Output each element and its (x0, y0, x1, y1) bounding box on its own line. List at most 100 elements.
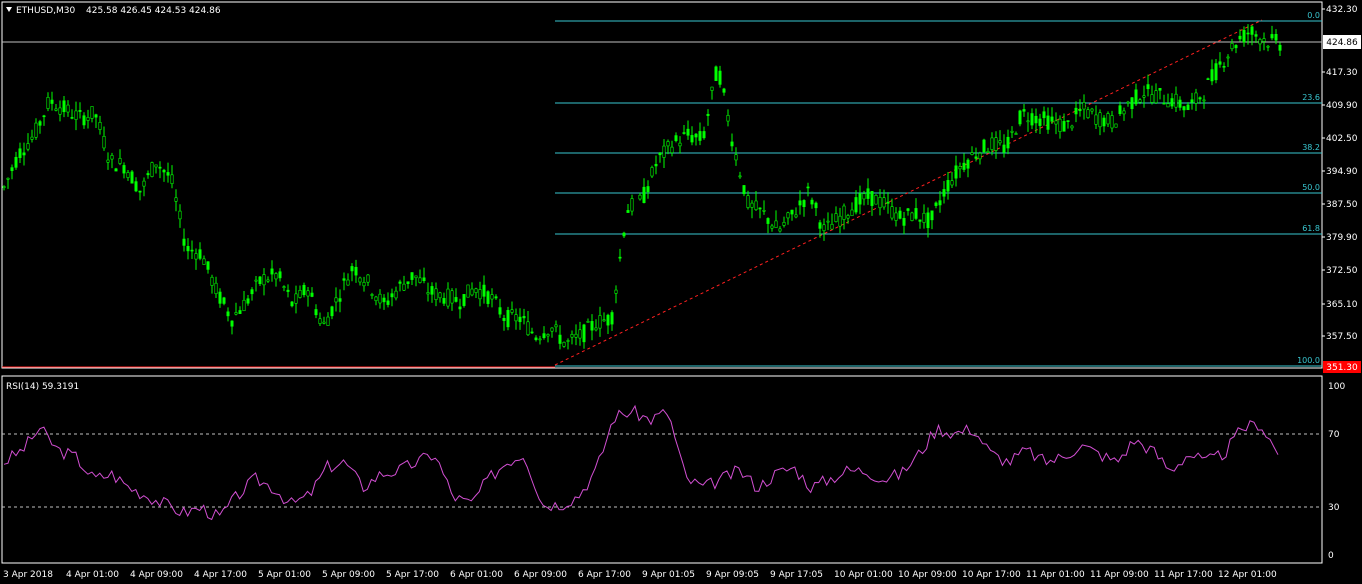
candle-body (1162, 102, 1166, 105)
candle-body (854, 197, 858, 213)
candle-body (1218, 61, 1222, 65)
candle-body (586, 321, 590, 323)
candle-body (346, 279, 350, 286)
candle-body (726, 115, 730, 122)
candle-body (870, 191, 874, 206)
candle-body (858, 193, 862, 205)
candle-body (1206, 78, 1210, 80)
candle-body (686, 128, 690, 136)
candle-body (58, 107, 62, 115)
candle-body (878, 197, 882, 209)
candle-body (1194, 92, 1198, 104)
candle-body (198, 249, 202, 259)
candle-body (986, 151, 990, 153)
candle-body (66, 104, 70, 113)
candle-body (902, 218, 906, 226)
time-axis-label: 10 Apr 01:00 (834, 570, 893, 580)
candle-body (498, 307, 502, 315)
candle-body (782, 221, 786, 226)
price-scale-label: 357.50 (1326, 332, 1358, 342)
candle-body (194, 253, 198, 260)
candle-body (438, 292, 442, 299)
candle-body (594, 327, 598, 331)
price-scale-label: 379.90 (1326, 233, 1358, 243)
candle-body (798, 200, 802, 206)
candle-body (950, 180, 954, 186)
candle-body (186, 246, 190, 252)
candle-body (910, 212, 914, 221)
candle-body (826, 220, 830, 223)
candle-body (1118, 105, 1122, 115)
trading-chart[interactable]: ETHUSD,M30 425.58 426.45 424.53 424.86 0… (0, 0, 1362, 584)
candle-body (46, 97, 50, 109)
time-axis-label: 3 Apr 2018 (3, 570, 53, 580)
candle-body (290, 301, 294, 307)
candle-body (1238, 35, 1242, 40)
candle-body (998, 140, 1002, 144)
candle-body (310, 292, 314, 297)
candle-body (1262, 38, 1266, 42)
candle-body (1094, 114, 1098, 125)
candle-body (946, 180, 950, 192)
time-axis-label: 11 Apr 01:00 (1026, 570, 1085, 580)
candle-body (474, 288, 478, 293)
candle-body (1106, 113, 1110, 125)
candle-body (886, 201, 890, 204)
candle-body (630, 198, 634, 212)
candle-body (238, 310, 242, 314)
time-axis-label: 4 Apr 09:00 (130, 570, 183, 580)
candle-body (938, 200, 942, 206)
candle-body (254, 279, 258, 282)
candle-body (1070, 125, 1074, 129)
fibonacci-retracement[interactable]: 0.0 23.6 38.2 50.0 61.8 100.0 (555, 11, 1322, 367)
price-scale-label: 417.30 (1326, 68, 1358, 78)
candle-body (542, 333, 546, 339)
candle-body (654, 163, 658, 167)
current-price-badge-text: 424.86 (1326, 38, 1358, 48)
candle-body (526, 321, 530, 336)
candle-body (822, 224, 826, 232)
candle-body (1114, 123, 1118, 128)
candle-body (882, 197, 886, 208)
time-axis-label: 9 Apr 17:05 (770, 570, 823, 580)
candle-body (538, 338, 542, 341)
candle-body (758, 207, 762, 210)
candle-body (742, 185, 746, 195)
candle-body (1146, 84, 1150, 90)
candle-body (1254, 34, 1258, 37)
candle-body (954, 165, 958, 179)
candle-body (418, 277, 422, 283)
candle-body (382, 297, 386, 303)
candle-body (486, 291, 490, 304)
candle-body (658, 152, 662, 156)
candle-body (790, 209, 794, 215)
candle-body (270, 268, 274, 275)
candle-body (1222, 66, 1226, 68)
time-axis-label: 10 Apr 09:00 (898, 570, 957, 580)
price-scale-label: 387.50 (1326, 200, 1358, 210)
candle-body (222, 297, 226, 304)
candle-body (1158, 88, 1162, 91)
candle-body (1058, 118, 1062, 132)
candle-body (102, 136, 106, 149)
time-axis-label: 6 Apr 09:00 (514, 570, 567, 580)
candle-body (378, 293, 382, 304)
candle-body (154, 164, 158, 168)
candle-body (682, 132, 686, 134)
candle-body (750, 202, 754, 208)
candle-body (1022, 109, 1026, 112)
candle-body (566, 340, 570, 342)
candle-body (554, 324, 558, 328)
candle-body (794, 214, 798, 218)
candle-body (202, 258, 206, 265)
candle-body (770, 225, 774, 229)
candle-body (262, 274, 266, 286)
candle-body (958, 166, 962, 170)
candle-body (302, 284, 306, 296)
chart-menu-arrow-icon[interactable] (6, 7, 12, 12)
candle-body (1178, 99, 1182, 108)
candle-body (522, 316, 526, 319)
candle-body (358, 277, 362, 283)
ohlc-values: 425.58 426.45 424.53 424.86 (86, 6, 221, 16)
candle-body (214, 282, 218, 295)
